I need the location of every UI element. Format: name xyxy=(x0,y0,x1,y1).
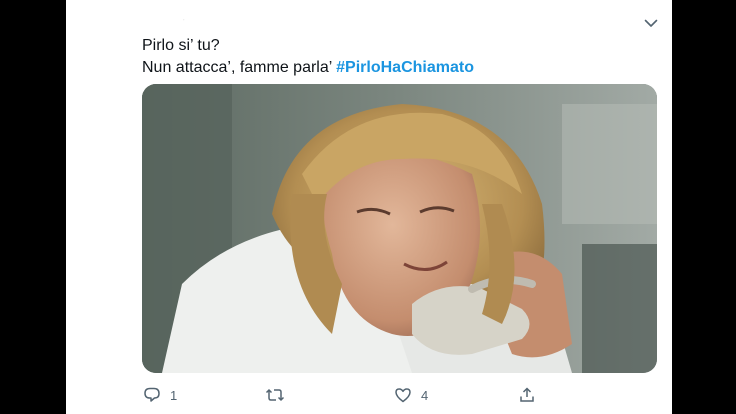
retweet-button[interactable] xyxy=(265,384,293,406)
faint-mark: ˙ xyxy=(183,20,186,27)
more-options-chevron-down-icon[interactable] xyxy=(643,15,659,31)
tweet-text-line-1: Pirlo si’ tu? xyxy=(142,37,220,54)
tweet-card: ˙ Pirlo si’ tu? Nun attacca’, famme parl… xyxy=(66,0,672,414)
tweet-text-line-2: Nun attacca’, famme parla’ #PirloHaChiam… xyxy=(142,57,642,79)
tweet-actions-bar: 1 4 xyxy=(66,378,672,414)
reply-button[interactable]: 1 xyxy=(142,384,177,406)
reply-icon xyxy=(142,385,162,405)
share-button[interactable] xyxy=(517,384,537,406)
share-icon xyxy=(517,385,537,405)
reply-count: 1 xyxy=(170,387,178,403)
heart-icon xyxy=(393,385,413,405)
like-button[interactable]: 4 xyxy=(393,384,428,406)
tweet-media-image[interactable] xyxy=(142,84,657,373)
hashtag-link[interactable]: #PirloHaChiamato xyxy=(336,59,474,76)
tweet-text-line-2-prefix: Nun attacca’, famme parla’ xyxy=(142,59,337,76)
tweet-text: Pirlo si’ tu? Nun attacca’, famme parla’… xyxy=(142,35,642,79)
retweet-icon xyxy=(265,385,285,405)
like-count: 4 xyxy=(421,387,429,403)
